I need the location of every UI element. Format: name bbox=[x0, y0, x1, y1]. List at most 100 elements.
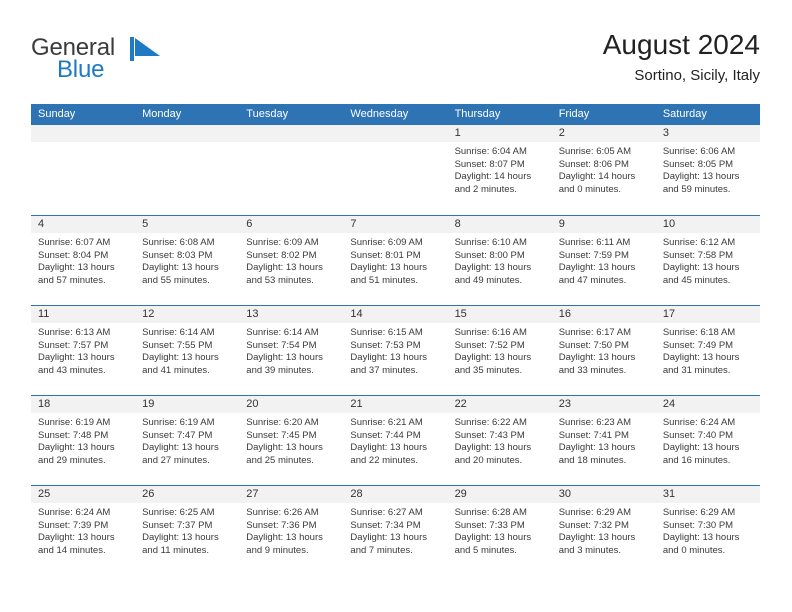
daylight-text: Daylight: 14 hours and 2 minutes. bbox=[454, 171, 532, 195]
daylight-text: Daylight: 13 hours and 31 minutes. bbox=[662, 352, 740, 376]
sunset-text: Sunset: 7:52 PM bbox=[454, 339, 525, 351]
sunrise-text: Sunrise: 6:12 AM bbox=[662, 237, 736, 248]
calendar-day-number: 21 bbox=[343, 396, 448, 413]
calendar-day-number bbox=[239, 125, 344, 142]
calendar-day-cell[interactable]: 28 Sunrise: 6:27 AM Sunset: 7:34 PM Dayligh… bbox=[343, 486, 448, 575]
calendar-day-cell[interactable]: 20 Sunrise: 6:20 AM Sunset: 7:45 PM Dayligh… bbox=[239, 396, 344, 485]
sunrise-text: Sunrise: 6:09 AM bbox=[246, 237, 319, 248]
brand-word-blue: Blue bbox=[57, 56, 105, 83]
calendar-day-cell[interactable]: 18 Sunrise: 6:19 AM Sunset: 7:48 PM Dayligh… bbox=[31, 396, 136, 485]
brand-logo[interactable]: General Blue bbox=[31, 34, 271, 90]
calendar-day-cell[interactable]: 19 Sunrise: 6:19 AM Sunset: 7:47 PM Dayligh… bbox=[135, 396, 240, 485]
calendar-day-cell[interactable]: 21 Sunrise: 6:21 AM Sunset: 7:44 PM Dayligh… bbox=[343, 396, 448, 485]
calendar-day-cell[interactable]: 8 Sunrise: 6:10 AM Sunset: 8:00 PM Daylight… bbox=[447, 216, 552, 305]
calendar-day-cell[interactable]: 2 Sunrise: 6:05 AM Sunset: 8:06 PM Daylight… bbox=[551, 125, 656, 215]
daylight-text: Daylight: 13 hours and 45 minutes. bbox=[662, 262, 740, 286]
daylight-text: Daylight: 13 hours and 59 minutes. bbox=[662, 171, 740, 195]
calendar-day-number: 31 bbox=[655, 486, 760, 503]
calendar-week-row: 25 Sunrise: 6:24 AM Sunset: 7:39 PM Dayligh… bbox=[31, 485, 760, 575]
calendar-day-details: Sunrise: 6:22 AM Sunset: 7:43 PM Daylight:… bbox=[448, 413, 552, 467]
calendar-day-cell[interactable]: 27 Sunrise: 6:26 AM Sunset: 7:36 PM Dayligh… bbox=[239, 486, 344, 575]
calendar-day-number: 15 bbox=[447, 306, 552, 323]
daylight-text: Daylight: 13 hours and 37 minutes. bbox=[350, 352, 427, 376]
calendar-day-cell[interactable]: 31 Sunrise: 6:29 AM Sunset: 7:30 PM Dayligh… bbox=[655, 486, 760, 575]
calendar-day-cell[interactable]: 30 Sunrise: 6:29 AM Sunset: 7:32 PM Dayligh… bbox=[551, 486, 656, 575]
calendar-day-cell[interactable]: 3 Sunrise: 6:06 AM Sunset: 8:05 PM Daylight… bbox=[655, 125, 760, 215]
daylight-text: Daylight: 13 hours and 25 minutes. bbox=[246, 442, 323, 466]
calendar-day-cell[interactable]: 6 Sunrise: 6:09 AM Sunset: 8:02 PM Daylight… bbox=[239, 216, 344, 305]
calendar-day-cell[interactable]: 14 Sunrise: 6:15 AM Sunset: 7:53 PM Dayligh… bbox=[343, 306, 448, 395]
sunset-text: Sunset: 7:32 PM bbox=[558, 519, 629, 531]
calendar-day-details: Sunrise: 6:18 AM Sunset: 7:49 PM Daylight:… bbox=[656, 323, 760, 377]
sunset-text: Sunset: 8:01 PM bbox=[350, 249, 421, 261]
daylight-text: Daylight: 13 hours and 16 minutes. bbox=[662, 442, 740, 466]
calendar-day-number bbox=[31, 125, 136, 142]
calendar-day-cell[interactable]: 4 Sunrise: 6:07 AM Sunset: 8:04 PM Daylight… bbox=[31, 216, 136, 305]
sunrise-text: Sunrise: 6:21 AM bbox=[350, 417, 423, 428]
sunrise-text: Sunrise: 6:07 AM bbox=[38, 237, 111, 248]
calendar-day-number: 30 bbox=[551, 486, 656, 503]
sunrise-text: Sunrise: 6:19 AM bbox=[38, 417, 111, 428]
daylight-text: Daylight: 13 hours and 11 minutes. bbox=[142, 532, 219, 556]
calendar-day-cell-empty bbox=[343, 125, 448, 215]
sunrise-text: Sunrise: 6:20 AM bbox=[246, 417, 319, 428]
daylight-text: Daylight: 13 hours and 14 minutes. bbox=[38, 532, 115, 556]
weekday-header-sunday: Sunday bbox=[38, 108, 76, 120]
calendar-day-details: Sunrise: 6:20 AM Sunset: 7:45 PM Daylight:… bbox=[239, 413, 343, 467]
sunrise-text: Sunrise: 6:05 AM bbox=[558, 146, 632, 157]
sunrise-text: Sunrise: 6:17 AM bbox=[558, 327, 632, 338]
calendar-day-cell[interactable]: 16 Sunrise: 6:17 AM Sunset: 7:50 PM Dayligh… bbox=[551, 306, 656, 395]
calendar-day-details: Sunrise: 6:15 AM Sunset: 7:53 PM Daylight:… bbox=[343, 323, 447, 377]
calendar-day-details: Sunrise: 6:11 AM Sunset: 7:59 PM Daylight:… bbox=[552, 233, 656, 287]
calendar-day-details: Sunrise: 6:14 AM Sunset: 7:55 PM Daylight:… bbox=[135, 323, 239, 377]
calendar-day-cell[interactable]: 24 Sunrise: 6:24 AM Sunset: 7:40 PM Dayligh… bbox=[655, 396, 760, 485]
calendar-day-cell[interactable]: 10 Sunrise: 6:12 AM Sunset: 7:58 PM Dayligh… bbox=[655, 216, 760, 305]
calendar-day-cell[interactable]: 23 Sunrise: 6:23 AM Sunset: 7:41 PM Dayligh… bbox=[551, 396, 656, 485]
calendar-day-details: Sunrise: 6:06 AM Sunset: 8:05 PM Daylight:… bbox=[656, 142, 760, 196]
calendar-day-cell[interactable]: 11 Sunrise: 6:13 AM Sunset: 7:57 PM Dayligh… bbox=[31, 306, 136, 395]
sunrise-text: Sunrise: 6:28 AM bbox=[454, 507, 527, 518]
calendar-day-details: Sunrise: 6:23 AM Sunset: 7:41 PM Daylight:… bbox=[552, 413, 656, 467]
calendar-day-number: 23 bbox=[551, 396, 656, 413]
calendar-day-details: Sunrise: 6:28 AM Sunset: 7:33 PM Daylight:… bbox=[448, 503, 552, 557]
calendar-day-details: Sunrise: 6:19 AM Sunset: 7:48 PM Daylight:… bbox=[31, 413, 135, 467]
sunset-text: Sunset: 7:53 PM bbox=[350, 339, 421, 351]
calendar-day-cell[interactable]: 17 Sunrise: 6:18 AM Sunset: 7:49 PM Dayligh… bbox=[655, 306, 760, 395]
weekday-header-saturday: Saturday bbox=[662, 108, 707, 120]
calendar-day-cell[interactable]: 13 Sunrise: 6:14 AM Sunset: 7:54 PM Dayligh… bbox=[239, 306, 344, 395]
calendar-day-cell[interactable]: 9 Sunrise: 6:11 AM Sunset: 7:59 PM Daylight… bbox=[551, 216, 656, 305]
sunset-text: Sunset: 7:30 PM bbox=[662, 519, 734, 531]
daylight-text: Daylight: 13 hours and 49 minutes. bbox=[454, 262, 532, 286]
calendar-day-details: Sunrise: 6:25 AM Sunset: 7:37 PM Daylight:… bbox=[135, 503, 239, 557]
sunrise-text: Sunrise: 6:24 AM bbox=[38, 507, 111, 518]
calendar-week-row: 4 Sunrise: 6:07 AM Sunset: 8:04 PM Daylight… bbox=[31, 215, 760, 305]
sunset-text: Sunset: 7:54 PM bbox=[246, 339, 317, 351]
sunset-text: Sunset: 8:05 PM bbox=[662, 158, 734, 170]
sunrise-text: Sunrise: 6:11 AM bbox=[558, 237, 631, 248]
calendar-day-cell[interactable]: 7 Sunrise: 6:09 AM Sunset: 8:01 PM Daylight… bbox=[343, 216, 448, 305]
sunrise-text: Sunrise: 6:29 AM bbox=[662, 507, 736, 518]
calendar-day-details: Sunrise: 6:17 AM Sunset: 7:50 PM Daylight:… bbox=[552, 323, 656, 377]
calendar-day-cell[interactable]: 22 Sunrise: 6:22 AM Sunset: 7:43 PM Dayligh… bbox=[447, 396, 552, 485]
sunset-text: Sunset: 8:04 PM bbox=[38, 249, 109, 261]
calendar-day-details: Sunrise: 6:24 AM Sunset: 7:40 PM Daylight:… bbox=[656, 413, 760, 467]
sunset-text: Sunset: 8:02 PM bbox=[246, 249, 317, 261]
sunset-text: Sunset: 7:34 PM bbox=[350, 519, 421, 531]
calendar-day-cell[interactable]: 26 Sunrise: 6:25 AM Sunset: 7:37 PM Dayligh… bbox=[135, 486, 240, 575]
calendar-week-row: 11 Sunrise: 6:13 AM Sunset: 7:57 PM Dayligh… bbox=[31, 305, 760, 395]
daylight-text: Daylight: 13 hours and 33 minutes. bbox=[558, 352, 636, 376]
sunset-text: Sunset: 7:41 PM bbox=[558, 429, 629, 441]
daylight-text: Daylight: 13 hours and 47 minutes. bbox=[558, 262, 636, 286]
calendar-day-cell[interactable]: 29 Sunrise: 6:28 AM Sunset: 7:33 PM Dayligh… bbox=[447, 486, 552, 575]
daylight-text: Daylight: 13 hours and 55 minutes. bbox=[142, 262, 219, 286]
calendar-day-cell[interactable]: 12 Sunrise: 6:14 AM Sunset: 7:55 PM Dayligh… bbox=[135, 306, 240, 395]
calendar-week-row: 1 Sunrise: 6:04 AM Sunset: 8:07 PM Daylight… bbox=[31, 125, 760, 215]
calendar-day-cell[interactable]: 15 Sunrise: 6:16 AM Sunset: 7:52 PM Dayligh… bbox=[447, 306, 552, 395]
calendar-day-cell[interactable]: 5 Sunrise: 6:08 AM Sunset: 8:03 PM Daylight… bbox=[135, 216, 240, 305]
sunrise-text: Sunrise: 6:19 AM bbox=[142, 417, 215, 428]
daylight-text: Daylight: 13 hours and 43 minutes. bbox=[38, 352, 115, 376]
calendar-day-cell[interactable]: 1 Sunrise: 6:04 AM Sunset: 8:07 PM Daylight… bbox=[447, 125, 552, 215]
calendar-day-cell[interactable]: 25 Sunrise: 6:24 AM Sunset: 7:39 PM Dayligh… bbox=[31, 486, 136, 575]
calendar-day-number: 17 bbox=[655, 306, 760, 323]
sunrise-text: Sunrise: 6:22 AM bbox=[454, 417, 527, 428]
